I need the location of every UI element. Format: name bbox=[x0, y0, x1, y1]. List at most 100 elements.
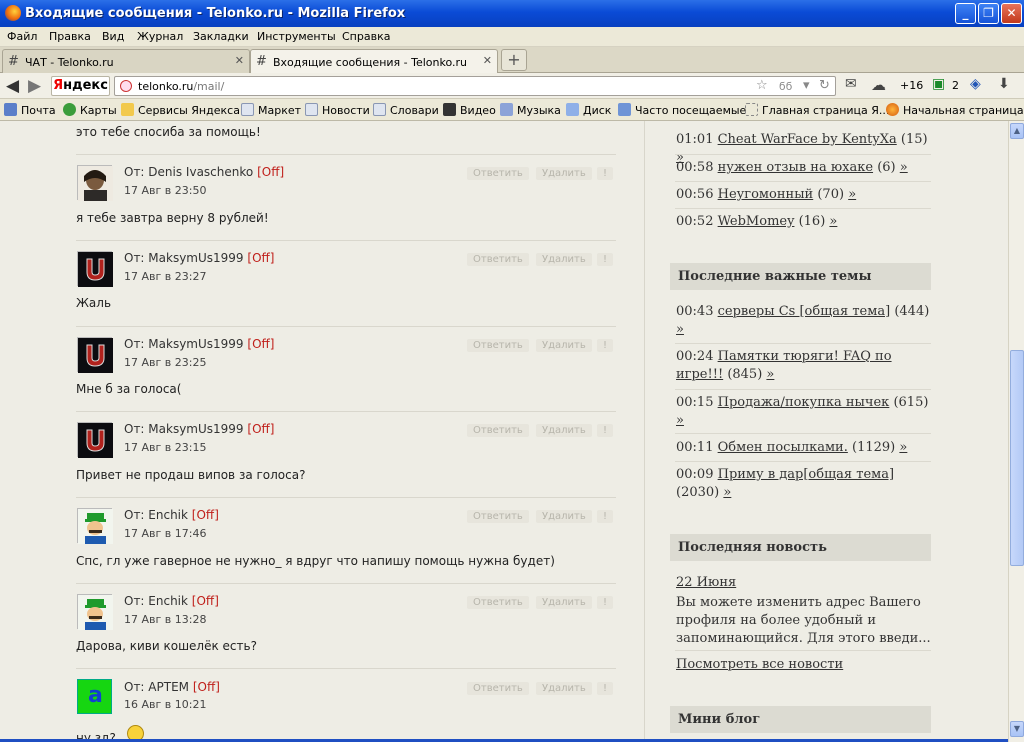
delete-button[interactable]: Удалить bbox=[536, 510, 592, 523]
delete-button[interactable]: Удалить bbox=[536, 339, 592, 352]
close-window-button[interactable]: ✕ bbox=[1001, 3, 1022, 24]
menu-file[interactable]: Файл bbox=[7, 30, 37, 43]
tab-close-icon[interactable]: ✕ bbox=[483, 54, 492, 67]
menu-view[interactable]: Вид bbox=[102, 30, 124, 43]
topic-more-link[interactable]: » bbox=[900, 160, 908, 175]
all-news-link[interactable]: Посмотреть все новости bbox=[676, 656, 932, 674]
reply-button[interactable]: Ответить bbox=[467, 424, 529, 437]
tab-chat[interactable]: # ЧАТ - Telonko.ru ✕ bbox=[2, 49, 250, 73]
delete-button[interactable]: Удалить bbox=[536, 424, 592, 437]
topic-link[interactable]: Приму в дар[общая тема] bbox=[718, 467, 894, 482]
topic-more-link[interactable]: » bbox=[766, 367, 774, 382]
weather-icon[interactable]: ☁ bbox=[871, 76, 886, 94]
message-sender[interactable]: От: MaksymUs1999 [Off] bbox=[124, 251, 274, 265]
message-sender[interactable]: От: MaksymUs1999 [Off] bbox=[124, 422, 274, 436]
scroll-thumb[interactable] bbox=[1010, 350, 1024, 566]
divider bbox=[675, 343, 931, 344]
counter-badge-icon[interactable]: ▣ bbox=[932, 76, 945, 92]
delete-button[interactable]: Удалить bbox=[536, 682, 592, 695]
flag-button[interactable]: ! bbox=[597, 167, 614, 180]
forward-arrow-icon[interactable]: ▶ bbox=[28, 76, 41, 96]
tab-close-icon[interactable]: ✕ bbox=[235, 54, 244, 67]
bookmark-market[interactable]: Маркет bbox=[241, 103, 301, 117]
reload-icon[interactable]: ↻ bbox=[819, 78, 830, 93]
menu-help[interactable]: Справка bbox=[342, 30, 390, 43]
reply-button[interactable]: Ответить bbox=[467, 510, 529, 523]
scroll-up-button[interactable]: ▲ bbox=[1010, 123, 1024, 139]
topic-more-link[interactable]: » bbox=[829, 214, 837, 229]
avatar[interactable]: a bbox=[77, 679, 112, 714]
topic-link[interactable]: WebMomey bbox=[718, 214, 795, 229]
bookmark-news[interactable]: Новости bbox=[305, 103, 370, 117]
download-icon[interactable]: ⬇ bbox=[998, 76, 1010, 92]
bookmark-frequent[interactable]: Часто посещаемые bbox=[618, 103, 746, 117]
flag-button[interactable]: ! bbox=[597, 510, 614, 523]
flag-button[interactable]: ! bbox=[597, 424, 614, 437]
menu-history[interactable]: Журнал bbox=[137, 30, 183, 43]
flag-button[interactable]: ! bbox=[597, 596, 614, 609]
avatar[interactable] bbox=[77, 165, 113, 201]
scroll-down-button[interactable]: ▼ bbox=[1010, 721, 1024, 737]
bookmark-start-page[interactable]: Начальная страница bbox=[886, 103, 1024, 117]
topic-link[interactable]: нужен отзыв на юхаке bbox=[718, 160, 873, 175]
bookmark-yandex-services[interactable]: Сервисы Яндекса bbox=[121, 103, 240, 117]
avatar[interactable] bbox=[77, 337, 113, 373]
message-sender[interactable]: От: MaksymUs1999 [Off] bbox=[124, 337, 274, 351]
bookmark-maps[interactable]: Карты bbox=[63, 103, 117, 117]
bookmark-star-icon[interactable]: ☆ bbox=[756, 78, 768, 93]
delete-button[interactable]: Удалить bbox=[536, 167, 592, 180]
bookmark-dictionaries[interactable]: Словари bbox=[373, 103, 439, 117]
topic-link[interactable]: Обмен посылками. bbox=[718, 440, 848, 455]
reply-button[interactable]: Ответить bbox=[467, 167, 529, 180]
mail-icon[interactable]: ✉ bbox=[845, 76, 857, 92]
reply-button[interactable]: Ответить bbox=[467, 339, 529, 352]
reply-button[interactable]: Ответить bbox=[467, 682, 529, 695]
menu-tools[interactable]: Инструменты bbox=[257, 30, 336, 43]
bookmark-yandex-home[interactable]: Главная страница Я... bbox=[745, 103, 889, 117]
topic-more-link[interactable]: » bbox=[676, 322, 684, 337]
message-sender[interactable]: От: Denis Ivaschenko [Off] bbox=[124, 165, 284, 179]
flag-button[interactable]: ! bbox=[597, 339, 614, 352]
vertical-scrollbar[interactable]: ▲ ▼ bbox=[1008, 121, 1024, 742]
tab-inbox[interactable]: # Входящие сообщения - Telonko.ru ✕ bbox=[250, 49, 498, 74]
bookmark-video[interactable]: Видео bbox=[443, 103, 496, 117]
message-sender[interactable]: От: Enchik [Off] bbox=[124, 508, 219, 522]
avatar[interactable] bbox=[77, 422, 113, 458]
divider bbox=[76, 411, 616, 412]
message-sender[interactable]: От: АРТЕМ [Off] bbox=[124, 680, 220, 694]
news-date-link[interactable]: 22 Июня bbox=[676, 574, 932, 592]
topic-more-link[interactable]: » bbox=[848, 187, 856, 202]
back-arrow-icon[interactable]: ◀ bbox=[6, 76, 19, 96]
avatar[interactable] bbox=[77, 251, 113, 287]
minimize-button[interactable]: _ bbox=[955, 3, 976, 24]
bookmark-disk[interactable]: Диск bbox=[566, 103, 611, 117]
new-tab-button[interactable]: + bbox=[501, 49, 527, 71]
chevron-down-icon[interactable]: ▾ bbox=[803, 78, 810, 93]
flag-button[interactable]: ! bbox=[597, 682, 614, 695]
bookmark-music[interactable]: Музыка bbox=[500, 103, 561, 117]
yandex-logo[interactable]: Яндекс bbox=[51, 76, 110, 96]
maximize-button[interactable]: ❐ bbox=[978, 3, 999, 24]
topic-more-link[interactable]: » bbox=[723, 485, 731, 500]
reader-icon[interactable]: ϭϭ bbox=[779, 80, 792, 93]
message-sender[interactable]: От: Enchik [Off] bbox=[124, 594, 219, 608]
bookmark-mail[interactable]: Почта bbox=[4, 103, 56, 117]
flag-button[interactable]: ! bbox=[597, 253, 614, 266]
menu-bookmarks[interactable]: Закладки bbox=[193, 30, 249, 43]
delete-button[interactable]: Удалить bbox=[536, 596, 592, 609]
message-text: Жаль bbox=[76, 296, 112, 310]
avatar[interactable] bbox=[77, 594, 113, 630]
delete-button[interactable]: Удалить bbox=[536, 253, 592, 266]
shield-icon[interactable]: ◈ bbox=[970, 76, 981, 92]
address-bar[interactable]: telonko.ru/mail/ ☆ ϭϭ ▾ ↻ bbox=[114, 76, 836, 96]
topic-link[interactable]: серверы Cs [общая тема] bbox=[718, 304, 891, 319]
avatar[interactable] bbox=[77, 508, 113, 544]
menu-edit[interactable]: Правка bbox=[49, 30, 91, 43]
topic-more-link[interactable]: » bbox=[676, 413, 684, 428]
topic-more-link[interactable]: » bbox=[899, 440, 907, 455]
topic-link[interactable]: Cheat WarFace by KentyXa bbox=[718, 132, 897, 147]
topic-link[interactable]: Продажа/покупка нычек bbox=[718, 395, 890, 410]
topic-link[interactable]: Неугомонный bbox=[718, 187, 814, 202]
reply-button[interactable]: Ответить bbox=[467, 253, 529, 266]
reply-button[interactable]: Ответить bbox=[467, 596, 529, 609]
